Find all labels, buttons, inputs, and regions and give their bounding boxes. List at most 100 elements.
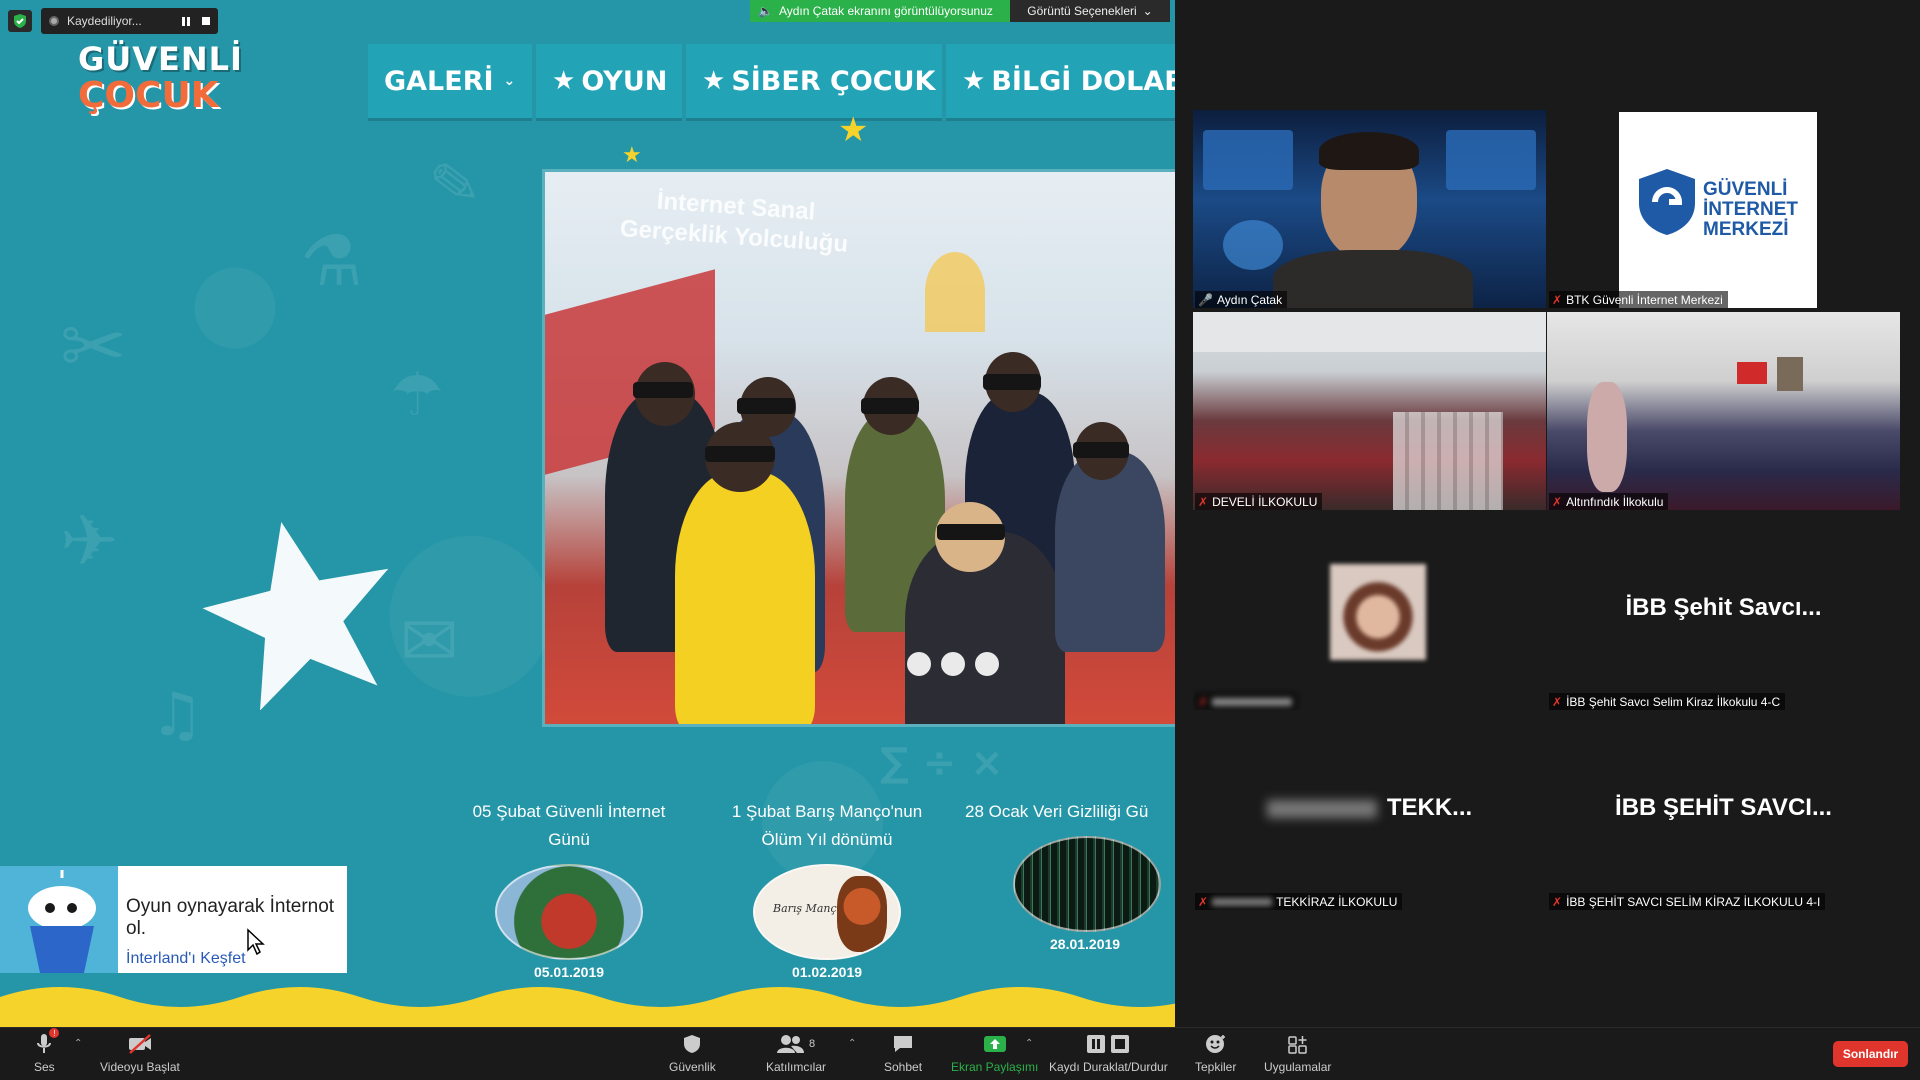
nav-oyun[interactable]: ★ OYUN — [536, 44, 682, 118]
shared-screen: ✎ ⚗ ✂ ☂ ✈ ✉ ♫ ∑ ÷ × Kaydediliyor... 🔈 Ay… — [0, 0, 1175, 1027]
muted-mic-icon: ✗ — [1198, 894, 1209, 909]
nav-bilgi-dolabi[interactable]: ★ BİLGİ DOLABI — [946, 44, 1175, 118]
news-card[interactable]: 1 Şubat Barış Manço'nun Ölüm Yıl dönümü … — [712, 798, 942, 980]
slider-dot[interactable] — [907, 652, 931, 676]
meeting-toolbar: ! Ses ⌃ Videoyu Başlat Güvenlik 8 Katılı… — [0, 1027, 1920, 1080]
share-banner: 🔈 Aydın Çatak ekranını görüntülüyorsunuz… — [750, 0, 1170, 22]
muted-mic-icon: ✗ — [1552, 292, 1563, 307]
news-image — [1013, 836, 1161, 932]
viewing-share-text: Aydın Çatak ekranını görüntülüyorsunuz — [778, 4, 993, 18]
star-icon: ★ — [838, 111, 869, 149]
participant-tile[interactable]: İBB ŞEHİT SAVCI... ✗ İBB ŞEHİT SAVCI SEL… — [1547, 712, 1900, 910]
participant-tile[interactable]: 🎤 Aydın Çatak — [1193, 110, 1546, 308]
site-logo[interactable]: GÜVENLİ ÇOCUK — [72, 42, 242, 122]
doodle: ✎ — [425, 146, 485, 224]
participants-button[interactable]: 8 Katılımcılar — [766, 1032, 826, 1074]
participant-tile[interactable]: GÜVENLİ İNTERNET MERKEZİ ✗ BTK Güvenli İ… — [1547, 110, 1900, 308]
share-screen-icon — [983, 1032, 1007, 1056]
participant-name-label: 🎤 Aydın Çatak — [1195, 291, 1288, 308]
slide-title: İnternet Sanal Gerçeklik Yolculuğu — [619, 187, 849, 258]
recording-dot-icon — [49, 16, 59, 26]
doodle: ✈ — [60, 500, 119, 582]
chat-button[interactable]: Sohbet — [884, 1032, 922, 1074]
star-icon: ★ — [702, 66, 726, 96]
reactions-label: Tepkiler — [1195, 1060, 1237, 1074]
view-options-button[interactable]: Görüntü Seçenekleri ⌄ — [1010, 0, 1170, 22]
chevron-down-icon: ⌄ — [503, 73, 516, 89]
news-image: Barış Manço — [753, 864, 901, 960]
participant-name-label: ✗ İBB Şehit Savcı Selim Kiraz İlkokulu 4… — [1549, 693, 1786, 710]
participant-tile[interactable]: İBB Şehit Savcı... ✗ İBB Şehit Savcı Sel… — [1547, 512, 1900, 710]
logo-top-text: GÜVENLİ — [78, 40, 243, 78]
record-pause-stop-button[interactable]: Kaydı Duraklat/Durdur — [1049, 1032, 1168, 1074]
doodle: ✉ — [400, 600, 459, 682]
star-icon — [202, 521, 389, 710]
microphone-icon: 🎤 — [1198, 292, 1213, 307]
muted-mic-icon: ✗ — [1552, 694, 1563, 709]
participant-name: İBB Şehit Savcı Selim Kiraz İlkokulu 4-C — [1566, 694, 1781, 709]
slider-dot[interactable] — [941, 652, 965, 676]
pause-stop-icon — [1085, 1032, 1131, 1056]
recording-indicator: Kaydediliyor... — [41, 8, 218, 34]
participant-name-label: ✗ BTK Güvenli İnternet Merkezi — [1549, 291, 1728, 308]
vr-kids-photo: İnternet Sanal Gerçeklik Yolculuğu — [545, 172, 1175, 724]
participants-icon: 8 — [776, 1032, 816, 1056]
start-video-button[interactable]: Videoyu Başlat — [100, 1032, 180, 1074]
chevron-up-icon[interactable]: ⌃ — [1025, 1038, 1033, 1049]
nav-label: BİLGİ DOLABI — [991, 65, 1175, 97]
chevron-up-icon[interactable]: ⌃ — [74, 1038, 82, 1049]
news-image — [495, 864, 643, 960]
participant-display-name: TEKK... — [1193, 794, 1546, 822]
audio-button[interactable]: ! Ses — [34, 1028, 60, 1074]
image-slider[interactable]: İnternet Sanal Gerçeklik Yolculuğu — [545, 172, 1175, 724]
participant-tile[interactable]: TEKK... ✗ TEKKİRAZ İLKOKULU — [1193, 712, 1546, 910]
participant-name-label: ✗ DEVELİ İLKOKULU — [1195, 493, 1323, 510]
nav-siber-cocuk[interactable]: ★ SİBER ÇOCUK — [686, 44, 942, 118]
decorative-wave — [0, 987, 1175, 1027]
participant-name: Altınfındık İlkokulu — [1566, 494, 1664, 509]
chat-icon — [892, 1032, 914, 1056]
chat-label: Sohbet — [884, 1060, 923, 1074]
interland-promo[interactable]: Oyun oynayarak İnternot ol. İnterland'ı … — [0, 866, 347, 973]
recording-label: Kaydediliyor... — [67, 14, 142, 28]
participant-video — [1193, 312, 1546, 510]
logo-line: İNTERNET — [1703, 199, 1798, 220]
doodle: ∑ ÷ × — [880, 740, 1004, 786]
logo-bottom-text: ÇOCUK — [78, 75, 219, 116]
pause-recording-icon[interactable] — [182, 16, 190, 26]
logo-line: GÜVENLİ — [1703, 179, 1788, 200]
participant-tile[interactable]: ✗ — [1193, 512, 1546, 710]
participant-count: 8 — [808, 1038, 816, 1050]
participant-video — [1547, 312, 1900, 510]
participant-name-label: ✗ Altınfındık İlkokulu — [1549, 493, 1669, 510]
stop-recording-icon[interactable] — [202, 17, 210, 25]
participant-logo: GÜVENLİ İNTERNET MERKEZİ — [1619, 112, 1817, 308]
security-button[interactable]: Güvenlik — [669, 1032, 716, 1074]
participant-tile[interactable]: ✗ Altınfındık İlkokulu — [1547, 312, 1900, 510]
share-screen-label: Ekran Paylaşımı — [951, 1060, 1039, 1074]
news-card[interactable]: 05 Şubat Güvenli İnternet Günü 05.01.201… — [454, 798, 684, 980]
doodle: ☂ — [390, 360, 444, 430]
interland-link[interactable]: İnterland'ı Keşfet — [126, 950, 347, 968]
end-meeting-button[interactable]: Sonlandır — [1833, 1041, 1908, 1067]
news-card[interactable]: 28 Ocak Veri Gizliliği Gü 28.01.2019 — [965, 798, 1175, 952]
participant-name-label: ✗ — [1195, 693, 1298, 710]
star-icon: ★ — [962, 66, 986, 96]
participant-avatar — [1330, 564, 1426, 660]
news-image-text: Barış Manço — [773, 902, 844, 915]
nav-galeri[interactable]: GALERİ ⌄ — [368, 44, 532, 118]
record-label: Kaydı Duraklat/Durdur — [1049, 1060, 1168, 1074]
reactions-button[interactable]: Tepkiler — [1195, 1032, 1236, 1074]
slider-dot[interactable] — [975, 652, 999, 676]
chevron-up-icon[interactable]: ⌃ — [848, 1038, 856, 1049]
viewing-share-notice: 🔈 Aydın Çatak ekranını görüntülüyorsunuz — [750, 0, 1010, 22]
apps-button[interactable]: Uygulamalar — [1264, 1032, 1331, 1074]
security-shield-icon[interactable] — [8, 10, 32, 32]
participant-tile[interactable]: ✗ DEVELİ İLKOKULU — [1193, 312, 1546, 510]
participant-name-label: ✗ İBB ŞEHİT SAVCI SELİM KİRAZ İLKOKULU 4… — [1549, 893, 1826, 910]
video-gallery: 🎤 Aydın Çatak GÜVENLİ İNTERNET MERKEZİ ✗… — [1175, 0, 1920, 1027]
view-options-label: Görüntü Seçenekleri — [1027, 4, 1137, 18]
participant-name: TEKKİRAZ İLKOKULU — [1276, 894, 1398, 909]
participant-name: İBB ŞEHİT SAVCI SELİM KİRAZ İLKOKULU 4-I — [1566, 894, 1821, 909]
participant-display-name: İBB Şehit Savcı... — [1625, 594, 1822, 621]
